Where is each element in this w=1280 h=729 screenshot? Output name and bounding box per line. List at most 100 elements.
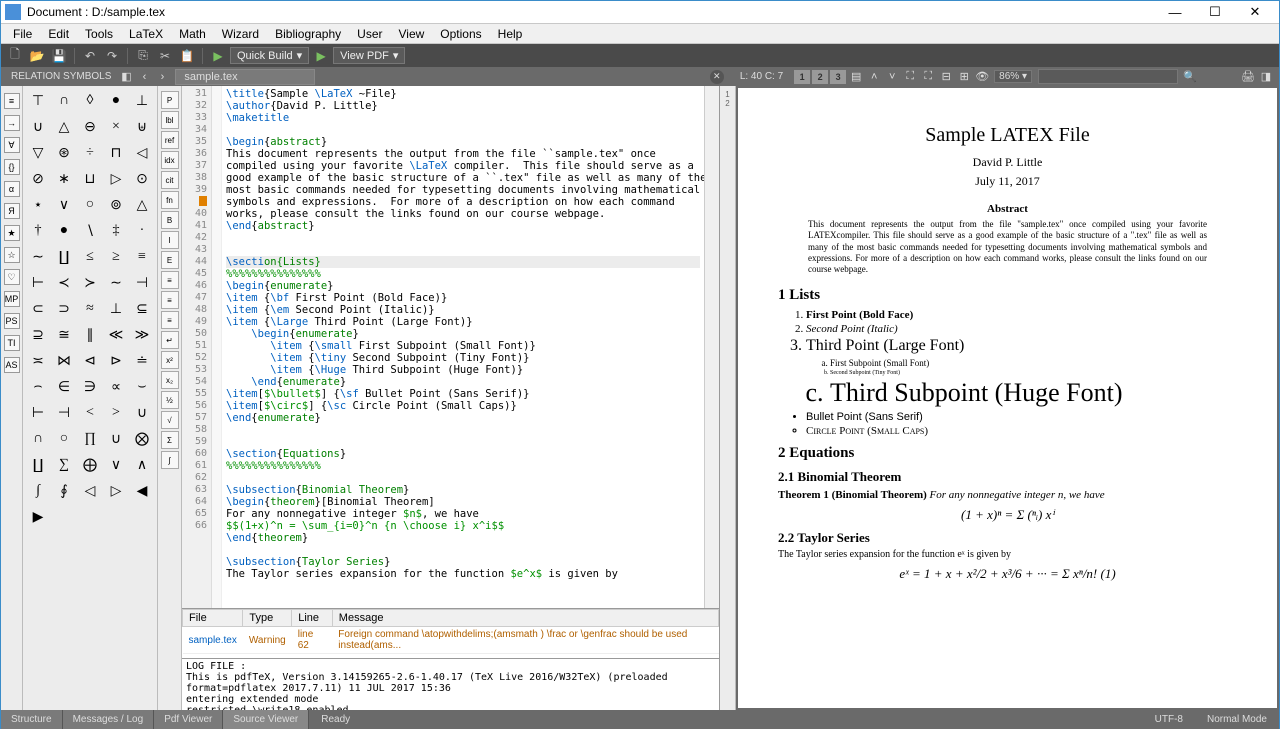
fit-page-icon[interactable]: ⛶: [919, 69, 937, 85]
symbol-button[interactable]: ≤: [77, 244, 103, 270]
symbol-button[interactable]: ⨁: [77, 452, 103, 478]
cat-user2-icon[interactable]: ☆: [4, 247, 20, 263]
symbol-button[interactable]: ≡: [129, 244, 155, 270]
right-icon[interactable]: ≡: [161, 311, 179, 329]
maximize-button[interactable]: ☐: [1195, 1, 1235, 23]
symbol-button[interactable]: ⊣: [51, 400, 77, 426]
symbol-button[interactable]: <: [77, 400, 103, 426]
cat-cyrillic-icon[interactable]: Я: [4, 203, 20, 219]
split-view-icon[interactable]: ▤: [847, 69, 865, 85]
symbol-button[interactable]: ≫: [129, 322, 155, 348]
symbol-button[interactable]: ●: [103, 88, 129, 114]
symbol-button[interactable]: ∮: [51, 478, 77, 504]
symbol-button[interactable]: △: [51, 114, 77, 140]
int-icon[interactable]: ∫: [161, 451, 179, 469]
cat-relation-icon[interactable]: ≡: [4, 93, 20, 109]
symbol-button[interactable]: ⌢: [25, 374, 51, 400]
symbol-button[interactable]: ◊: [77, 88, 103, 114]
symbol-button[interactable]: ∪: [129, 400, 155, 426]
menu-file[interactable]: File: [5, 25, 40, 43]
symbol-button[interactable]: >: [103, 400, 129, 426]
newline-icon[interactable]: ↵: [161, 331, 179, 349]
minimize-button[interactable]: —: [1155, 1, 1195, 23]
bold-icon[interactable]: B: [161, 211, 179, 229]
symbol-button[interactable]: ⊥: [129, 88, 155, 114]
zoom-level[interactable]: 86% ▾: [994, 70, 1032, 83]
close-tab-icon[interactable]: ✕: [710, 70, 724, 84]
symbol-button[interactable]: ∨: [51, 192, 77, 218]
status-tab-messages-log[interactable]: Messages / Log: [63, 710, 155, 729]
search-input[interactable]: [1038, 69, 1178, 84]
emph-icon[interactable]: E: [161, 251, 179, 269]
symbol-button[interactable]: ∝: [103, 374, 129, 400]
symbol-button[interactable]: ⊖: [77, 114, 103, 140]
panel-collapse-right-icon[interactable]: ◨: [1257, 69, 1275, 85]
menu-edit[interactable]: Edit: [40, 25, 77, 43]
zoom-in-icon[interactable]: ⊞: [955, 69, 973, 85]
symbol-button[interactable]: ∼: [103, 270, 129, 296]
symbol-button[interactable]: ⊓: [103, 140, 129, 166]
code-content[interactable]: \title{Sample \LaTeX ~File}\author{David…: [222, 86, 704, 608]
view-icon[interactable]: ▶: [311, 46, 331, 66]
paste-icon[interactable]: 📋: [177, 46, 197, 66]
search-icon[interactable]: 🔍: [1181, 69, 1199, 85]
editor-scrollbar[interactable]: [704, 86, 719, 608]
sup-icon[interactable]: x²: [161, 351, 179, 369]
arrow-down-icon[interactable]: ˅: [883, 69, 901, 85]
menu-view[interactable]: View: [391, 25, 433, 43]
cat-as-icon[interactable]: AS: [4, 357, 20, 373]
page-3-button[interactable]: 3: [830, 70, 846, 84]
symbol-button[interactable]: ∋: [77, 374, 103, 400]
symbol-button[interactable]: ≪: [103, 322, 129, 348]
symbol-button[interactable]: ≻: [77, 270, 103, 296]
run-icon[interactable]: ▶: [208, 46, 228, 66]
symbol-button[interactable]: ∫: [25, 478, 51, 504]
symbol-button[interactable]: ○: [77, 192, 103, 218]
sum-icon[interactable]: Σ: [161, 431, 179, 449]
symbol-button[interactable]: △: [129, 192, 155, 218]
menu-tools[interactable]: Tools: [77, 25, 121, 43]
footnote-icon[interactable]: fn: [161, 191, 179, 209]
code-editor[interactable]: 313233343536373839 404142434445464748495…: [182, 86, 719, 608]
menu-bibliography[interactable]: Bibliography: [267, 25, 349, 43]
menu-wizard[interactable]: Wizard: [214, 25, 267, 43]
symbol-button[interactable]: ◀: [129, 478, 155, 504]
next-tab-icon[interactable]: ›: [153, 69, 171, 85]
symbol-button[interactable]: ≍: [25, 348, 51, 374]
symbol-button[interactable]: ⊳: [103, 348, 129, 374]
symbol-button[interactable]: ∧: [129, 452, 155, 478]
cite-icon[interactable]: cit: [161, 171, 179, 189]
symbol-button[interactable]: ⊢: [25, 270, 51, 296]
close-button[interactable]: ✕: [1235, 1, 1275, 23]
symbol-button[interactable]: ≺: [51, 270, 77, 296]
symbol-button[interactable]: ⊇: [25, 322, 51, 348]
cat-user1-icon[interactable]: ★: [4, 225, 20, 241]
cat-ti-icon[interactable]: TI: [4, 335, 20, 351]
symbol-button[interactable]: ∈: [51, 374, 77, 400]
symbol-button[interactable]: ▶: [25, 504, 51, 530]
center-icon[interactable]: ≡: [161, 291, 179, 309]
view-dropdown[interactable]: View PDF▾: [333, 47, 405, 64]
symbol-button[interactable]: ⊂: [25, 296, 51, 322]
save-icon[interactable]: 💾: [49, 46, 69, 66]
symbol-button[interactable]: ⊙: [129, 166, 155, 192]
fit-width-icon[interactable]: ⛶: [901, 69, 919, 85]
symbol-button[interactable]: ⊤: [25, 88, 51, 114]
symbol-button[interactable]: ·: [129, 218, 155, 244]
symbol-button[interactable]: ∥: [77, 322, 103, 348]
menu-math[interactable]: Math: [171, 25, 214, 43]
pdf-preview[interactable]: 12 Sample LATEX File David P. Little Jul…: [720, 86, 1279, 710]
frac-icon[interactable]: ½: [161, 391, 179, 409]
symbol-button[interactable]: ≅: [51, 322, 77, 348]
undo-icon[interactable]: ↶: [80, 46, 100, 66]
sqrt-icon[interactable]: √: [161, 411, 179, 429]
symbol-button[interactable]: ⊃: [51, 296, 77, 322]
cat-ps-icon[interactable]: PS: [4, 313, 20, 329]
symbol-button[interactable]: ∨: [103, 452, 129, 478]
label-icon[interactable]: lbl: [161, 111, 179, 129]
arrow-up-icon[interactable]: ˄: [865, 69, 883, 85]
symbol-button[interactable]: ⊥: [103, 296, 129, 322]
symbol-button[interactable]: ⌣: [129, 374, 155, 400]
symbol-button[interactable]: ⊚: [103, 192, 129, 218]
prev-tab-icon[interactable]: ‹: [135, 69, 153, 85]
